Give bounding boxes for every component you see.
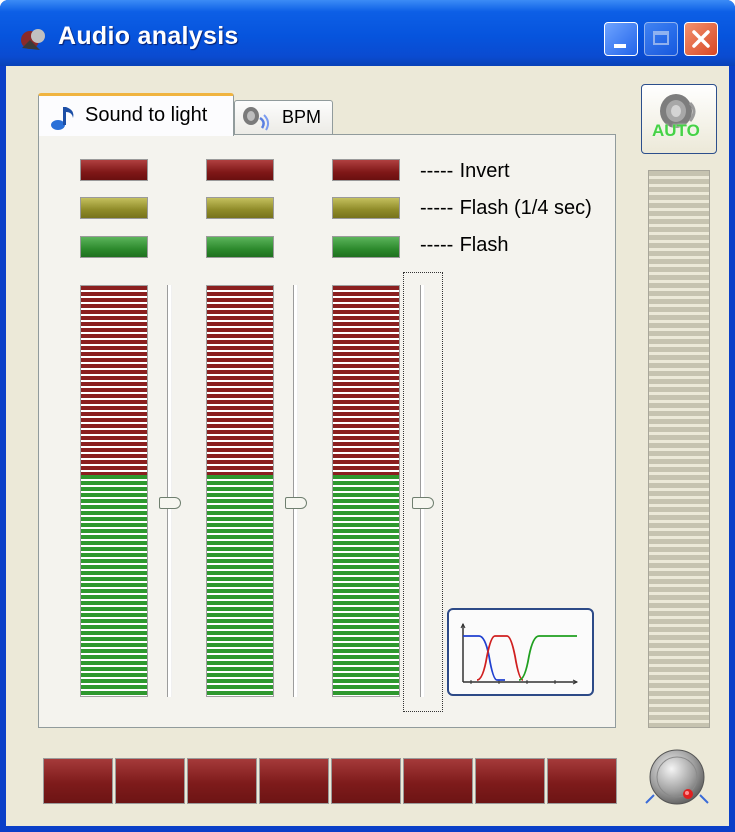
minimize-button[interactable] bbox=[604, 22, 638, 56]
threshold-slider-thumb-2[interactable] bbox=[285, 497, 307, 509]
flash-button-4[interactable] bbox=[259, 758, 329, 804]
legend-invert: ----- Invert bbox=[420, 160, 510, 183]
threshold-slider-track-1[interactable] bbox=[167, 285, 172, 697]
maximize-button[interactable] bbox=[644, 22, 678, 56]
threshold-slider-track-3[interactable] bbox=[420, 285, 425, 697]
volume-knob-icon[interactable] bbox=[640, 745, 714, 811]
maximize-icon bbox=[653, 31, 669, 45]
flash-button-5[interactable] bbox=[331, 758, 401, 804]
threshold-slider-thumb-1[interactable] bbox=[159, 497, 181, 509]
legend-flash-quarter-label: Flash (1/4 sec) bbox=[459, 197, 592, 219]
close-button[interactable] bbox=[684, 22, 718, 56]
flash-button-7[interactable] bbox=[475, 758, 545, 804]
flash-lamp-2 bbox=[206, 236, 274, 258]
filter-settings-button[interactable] bbox=[447, 608, 594, 696]
meter-red-segment bbox=[81, 286, 147, 475]
flash-button-8[interactable] bbox=[547, 758, 617, 804]
flash-button-1[interactable] bbox=[43, 758, 113, 804]
flash-lamp-3 bbox=[332, 236, 400, 258]
speaker-auto-icon bbox=[660, 94, 696, 128]
meter-red-segment bbox=[207, 286, 273, 475]
meter-green-segment bbox=[81, 475, 147, 696]
flash-button-2[interactable] bbox=[115, 758, 185, 804]
invert-lamp-2 bbox=[206, 159, 274, 181]
invert-lamp-1 bbox=[80, 159, 148, 181]
threshold-slider-track-2[interactable] bbox=[293, 285, 298, 697]
invert-lamp-3 bbox=[332, 159, 400, 181]
legend-dashes: ----- bbox=[420, 197, 454, 219]
legend-flash-quarter: ----- Flash (1/4 sec) bbox=[420, 197, 592, 220]
speaker-icon bbox=[243, 107, 270, 131]
flash-quarter-lamp-3 bbox=[332, 197, 400, 219]
legend-invert-label: Invert bbox=[459, 160, 510, 182]
flash-button-6[interactable] bbox=[403, 758, 473, 804]
tab-bpm[interactable]: BPM bbox=[234, 100, 333, 134]
legend-flash: ----- Flash bbox=[420, 234, 508, 257]
auto-button[interactable]: AUTO bbox=[641, 84, 717, 154]
tab-sound-to-light-label: Sound to light bbox=[85, 104, 208, 126]
level-meter-2 bbox=[206, 285, 274, 697]
level-meter-1 bbox=[80, 285, 148, 697]
threshold-slider-thumb-3[interactable] bbox=[412, 497, 434, 509]
level-meter-3 bbox=[332, 285, 400, 697]
flash-quarter-lamp-2 bbox=[206, 197, 274, 219]
meter-green-segment bbox=[333, 475, 399, 696]
filter-curves-icon bbox=[460, 622, 579, 685]
flash-quarter-lamp-1 bbox=[80, 197, 148, 219]
tab-bpm-label: BPM bbox=[282, 107, 322, 127]
minimize-icon bbox=[614, 44, 626, 48]
volume-meter bbox=[648, 170, 710, 728]
music-note-icon bbox=[51, 107, 74, 130]
close-icon bbox=[692, 30, 710, 48]
legend-dashes: ----- bbox=[420, 160, 454, 182]
tab-sound-to-light[interactable]: Sound to light bbox=[38, 93, 234, 136]
flash-lamp-1 bbox=[80, 236, 148, 258]
meter-red-segment bbox=[333, 286, 399, 475]
legend-flash-label: Flash bbox=[459, 234, 509, 256]
legend-dashes: ----- bbox=[420, 234, 454, 256]
window-title: Audio analysis bbox=[58, 22, 239, 50]
title-bar[interactable]: Audio analysis bbox=[0, 0, 735, 66]
auto-label: AUTO bbox=[652, 121, 700, 140]
meter-green-segment bbox=[207, 475, 273, 696]
flash-button-3[interactable] bbox=[187, 758, 257, 804]
app-icon bbox=[21, 29, 45, 50]
